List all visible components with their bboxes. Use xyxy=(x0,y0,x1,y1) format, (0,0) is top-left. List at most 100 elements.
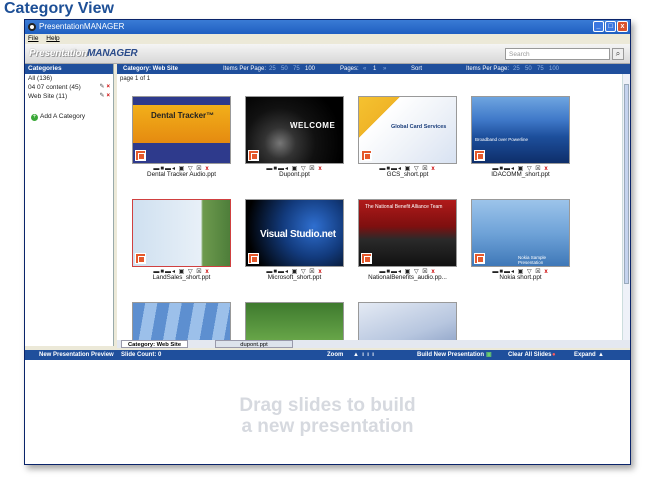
categories-sidebar: Categories All (136) 04 07 content (45) … xyxy=(25,64,114,346)
ppt-icon xyxy=(474,253,485,264)
category-label: All (136) xyxy=(28,75,53,82)
window-controls: _ □ x xyxy=(593,21,628,32)
logo-text-light: Presentation xyxy=(29,48,88,59)
maximize-button[interactable]: □ xyxy=(605,21,616,32)
drop-hint: Drag slides to build a new presentation xyxy=(25,395,630,437)
category-item-website[interactable]: Web Site (11) ✎ × xyxy=(25,92,113,101)
ipp2-option-25[interactable]: 25 xyxy=(513,64,520,74)
ppt-icon xyxy=(248,150,259,161)
slide-card[interactable]: The National Benefit Alliance Team ▬■▬◂ … xyxy=(358,199,457,281)
drop-hint-line1: Drag slides to build xyxy=(239,395,416,416)
ipp-option-25[interactable]: 25 xyxy=(269,64,276,74)
vertical-scrollbar[interactable] xyxy=(622,74,630,346)
slide-title: Nokia Sample Presentation xyxy=(518,255,547,265)
menu-file[interactable]: File xyxy=(28,35,38,42)
ppt-icon xyxy=(361,150,372,161)
slide-filename: NationalBenefits_audio.pp... xyxy=(368,274,447,281)
page-heading: Category View xyxy=(4,0,114,17)
ipp-option-50[interactable]: 50 xyxy=(281,64,288,74)
slide-title: Broadband over Powerline xyxy=(475,137,529,142)
slide-card[interactable] xyxy=(245,302,344,342)
tab-strip: Category: Web Site dupont.ppt xyxy=(117,340,630,348)
slide-thumbnail[interactable]: Global Card Services xyxy=(358,96,457,164)
ipp-option-75[interactable]: 75 xyxy=(293,64,300,74)
slide-thumbnail[interactable]: Nokia Sample Presentation xyxy=(471,199,570,267)
tab-dupont[interactable]: dupont.ppt xyxy=(215,340,293,348)
search-icon[interactable]: ⌕ xyxy=(612,48,624,60)
tab-category[interactable]: Category: Web Site xyxy=(121,340,189,348)
ipp2-option-75[interactable]: 75 xyxy=(537,64,544,74)
page-info: page 1 of 1 xyxy=(120,76,151,82)
items-per-page-label-2: Items Per Page: xyxy=(466,66,510,72)
slide-filename: Microsoft_short.ppt xyxy=(267,274,322,281)
ppt-icon xyxy=(361,253,372,264)
slide-thumbnail[interactable] xyxy=(358,302,457,342)
category-tools: ✎ × xyxy=(99,92,110,101)
app-window: PresentationMANAGER _ □ x File Help Pres… xyxy=(24,19,631,465)
sort-button[interactable]: Sort xyxy=(411,64,422,74)
category-toolbar: Category: Web Site Items Per Page: 25 50… xyxy=(117,64,630,74)
scroll-thumb[interactable] xyxy=(624,84,629,284)
slide-thumbnail[interactable]: WELCOME xyxy=(245,96,344,164)
ipp2-option-50[interactable]: 50 xyxy=(525,64,532,74)
category-item-0407[interactable]: 04 07 content (45) ✎ × xyxy=(25,83,113,92)
slide-card[interactable]: Broadband over Powerline ▬■▬◂ ▣ ▽ ☒ x ID… xyxy=(471,96,570,178)
zoom-slider[interactable]: ▲ ı ı ı xyxy=(353,350,374,360)
slide-thumbnail[interactable] xyxy=(132,302,231,342)
slide-card[interactable]: Visual Studio.net ▬■▬◂ ▣ ▽ ☒ x Microsoft… xyxy=(245,199,344,281)
expand-button[interactable]: Expand xyxy=(574,350,596,360)
ipp2-option-100[interactable]: 100 xyxy=(549,64,559,74)
search-input[interactable]: Search xyxy=(505,48,610,60)
add-category-button[interactable]: + Add A Category xyxy=(25,113,113,121)
ppt-icon xyxy=(135,150,146,161)
add-category-label: Add A Category xyxy=(40,113,86,120)
plus-icon: + xyxy=(31,114,38,121)
slide-thumbnail[interactable]: Dental Tracker™ xyxy=(132,96,231,164)
clear-slides-button[interactable]: Clear All Slides xyxy=(508,350,551,360)
slide-count: Slide Count: 0 xyxy=(121,352,162,358)
close-button[interactable]: x xyxy=(617,21,628,32)
page-next[interactable]: » xyxy=(383,64,386,74)
slide-card[interactable] xyxy=(358,302,457,342)
menu-bar: File Help xyxy=(25,34,630,44)
slide-thumbnail[interactable]: Visual Studio.net xyxy=(245,199,344,267)
build-presentation-button[interactable]: Build New Presentation xyxy=(417,350,484,360)
preview-toolbar: New Presentation Preview Slide Count: 0 … xyxy=(25,350,630,360)
slide-card[interactable]: Dental Tracker™ ▬■▬◂ ▣ ▽ ☒ x Dental Trac… xyxy=(132,96,231,178)
slide-filename: IDACOMM_short.ppt xyxy=(491,171,550,178)
slide-card[interactable]: Nokia Sample Presentation ▬■▬◂ ▣ ▽ ☒ x N… xyxy=(471,199,570,281)
clear-icon: ● xyxy=(552,352,556,358)
slide-title: The National Benefit Alliance Team xyxy=(365,204,443,210)
slide-filename: Nokia short.ppt xyxy=(499,274,542,281)
minimize-button[interactable]: _ xyxy=(593,21,604,32)
pages-label: Pages: xyxy=(340,66,359,72)
category-item-all[interactable]: All (136) xyxy=(25,74,113,83)
slide-thumbnail[interactable] xyxy=(132,199,231,267)
slide-card[interactable]: ▬■▬◂ ▣ ▽ ☒ x LandSales_short.ppt xyxy=(132,199,231,281)
slide-card[interactable]: Global Card Services ▬■▬◂ ▣ ▽ ☒ x GCS_sh… xyxy=(358,96,457,178)
menu-help[interactable]: Help xyxy=(46,35,59,42)
category-tools: ✎ × xyxy=(99,83,110,92)
zoom-label: Zoom xyxy=(327,352,344,358)
edit-icon[interactable]: ✎ xyxy=(99,93,104,99)
slide-card[interactable] xyxy=(132,302,231,342)
presentation-drop-zone[interactable]: Drag slides to build a new presentation xyxy=(25,360,630,464)
delete-icon[interactable]: × xyxy=(106,84,110,90)
slide-thumbnail[interactable]: Broadband over Powerline xyxy=(471,96,570,164)
slide-thumbnail[interactable]: The National Benefit Alliance Team xyxy=(358,199,457,267)
window-title: PresentationMANAGER xyxy=(39,22,125,31)
page-prev[interactable]: « xyxy=(363,64,366,74)
slide-grid: page 1 of 1 Dental Tracker™ ▬■▬◂ ▣ ▽ ☒ x… xyxy=(117,74,630,346)
slide-card[interactable]: WELCOME ▬■▬◂ ▣ ▽ ☒ x Dupont.ppt xyxy=(245,96,344,178)
delete-icon[interactable]: × xyxy=(106,93,110,99)
slide-filename: Dupont.ppt xyxy=(279,171,310,178)
ppt-icon xyxy=(474,150,485,161)
slide-filename: LandSales_short.ppt xyxy=(152,274,211,281)
ppt-icon xyxy=(248,253,259,264)
expand-icon: ▲ xyxy=(598,352,604,358)
ipp-option-100[interactable]: 100 xyxy=(305,64,315,74)
slide-filename: Dental Tracker Audio.ppt xyxy=(147,171,216,178)
edit-icon[interactable]: ✎ xyxy=(99,84,104,90)
slide-thumbnail[interactable] xyxy=(245,302,344,342)
page-current[interactable]: 1 xyxy=(373,64,376,74)
